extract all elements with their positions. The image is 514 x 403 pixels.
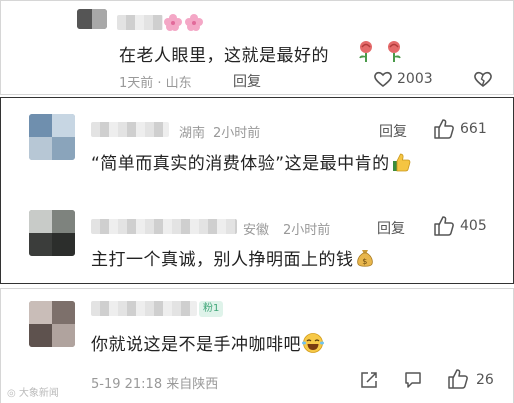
comment-text-value: 主打一个真诚，别人挣明面上的钱 [91, 250, 354, 270]
comment-time: 2小时前 [213, 126, 261, 141]
comment-panel-3: 粉1 你就说这是不是手冲咖啡吧 5-19 21:18 来自陕西 26 ◎ 大象新… [0, 288, 514, 403]
avatar[interactable] [77, 9, 107, 29]
thumbs-up-icon[interactable] [447, 368, 469, 390]
like-count: 26 [476, 372, 494, 388]
comment-time: 2小时前 [283, 223, 331, 238]
watermark-icon: ◎ [7, 388, 19, 399]
comment-text-value: “简单而真实的消费体验”这是最中肯的 [91, 154, 390, 174]
avatar[interactable] [29, 301, 75, 347]
like-count: 661 [460, 121, 487, 137]
comment-text-value: 你就说这是不是手冲咖啡吧 [91, 335, 301, 355]
like-count: 2003 [397, 71, 433, 87]
svg-text:$: $ [362, 257, 368, 266]
thumbs-up-icon[interactable] [433, 118, 455, 140]
comment-location: 湖南 [179, 126, 206, 141]
comment-icon[interactable] [403, 370, 423, 390]
laughing-emoji-icon [301, 332, 325, 359]
share-icon[interactable] [359, 370, 379, 390]
money-bag-emoji-icon: $ [354, 247, 376, 274]
avatar[interactable] [29, 210, 75, 256]
username-blurred[interactable] [91, 301, 197, 316]
comment-location: 安徽 [243, 223, 270, 238]
username-blurred[interactable] [91, 122, 169, 137]
username-blurred[interactable] [117, 15, 163, 30]
broken-heart-icon[interactable] [473, 70, 493, 88]
comment-text: “简单而真实的消费体验”这是最中肯的 [91, 149, 412, 178]
rose-icon [356, 39, 408, 63]
comment-panel-1: 在老人眼里，这就是最好的 1天前 · 山东 回复 2003 [0, 0, 514, 95]
thumbs-up-icon[interactable] [433, 215, 455, 237]
comment-time-location: 1天前 · 山东 [119, 76, 192, 91]
cherry-blossom-icon [163, 12, 205, 32]
avatar[interactable] [29, 114, 75, 160]
thumbs-up-emoji-icon [390, 151, 412, 178]
fan-badge: 粉1 [199, 301, 224, 317]
comment-text: 主打一个真诚，别人挣明面上的钱 $ [91, 245, 376, 274]
comment-time-location: 5-19 21:18 来自陕西 [91, 377, 219, 392]
comment-text-value: 在老人眼里，这就是最好的 [119, 46, 329, 66]
heart-icon[interactable] [373, 70, 393, 88]
watermark: ◎ 大象新闻 [7, 384, 59, 399]
watermark-text: 大象新闻 [18, 388, 59, 399]
username-blurred[interactable] [91, 219, 237, 234]
reply-button[interactable]: 回复 [379, 121, 407, 141]
reply-button[interactable]: 回复 [233, 71, 261, 91]
like-count: 405 [460, 218, 487, 234]
comment-text: 你就说这是不是手冲咖啡吧 [91, 330, 325, 359]
reply-button[interactable]: 回复 [377, 218, 405, 238]
comment-panel-2: 湖南 2小时前 回复 661 “简单而真实的消费体验”这是最中肯的 安徽 2小时… [0, 97, 514, 284]
comment-text: 在老人眼里，这就是最好的 [119, 41, 329, 66]
